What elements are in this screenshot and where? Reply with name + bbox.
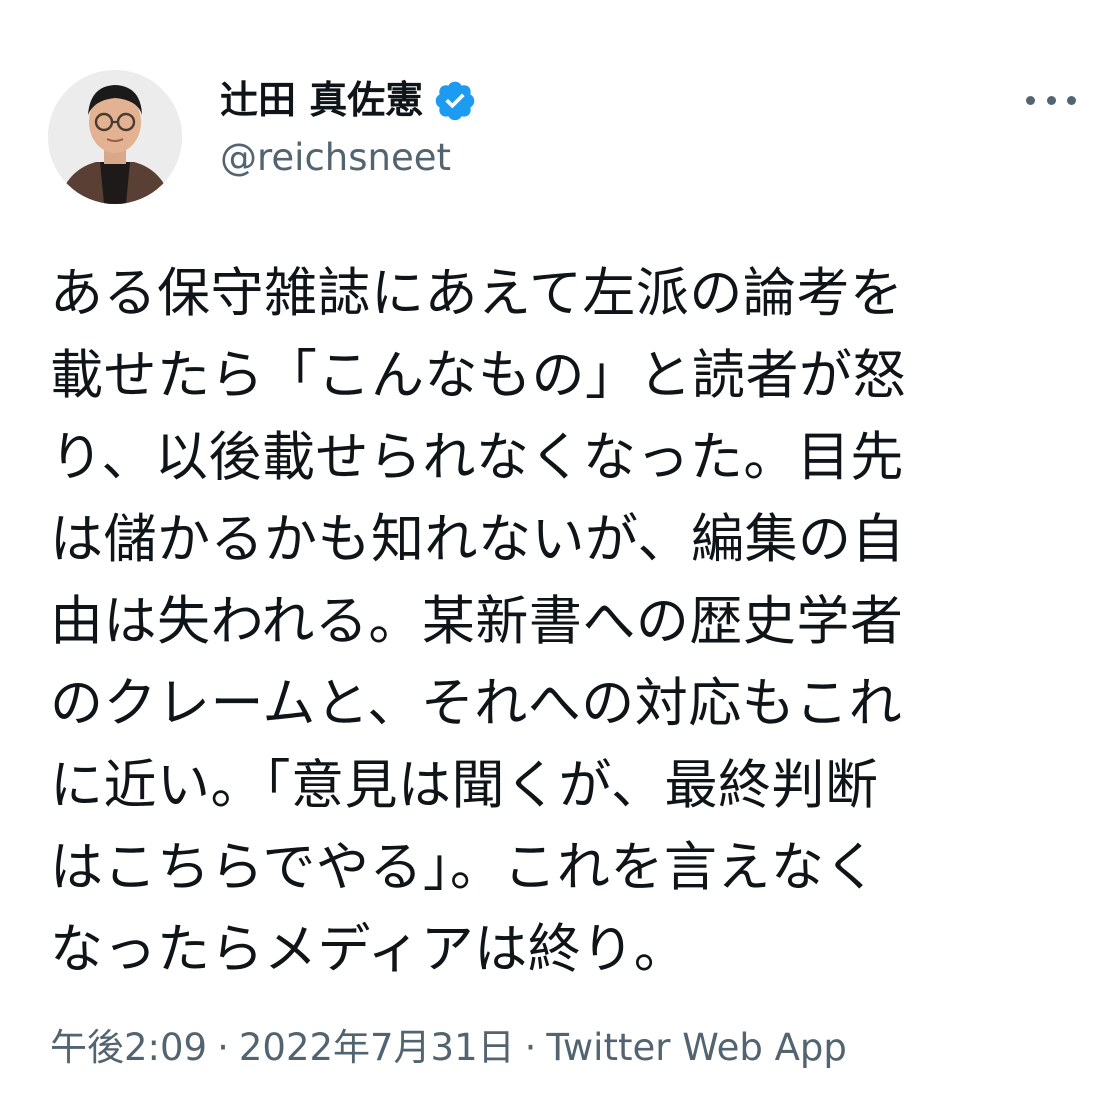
- meta-separator: ·: [524, 1026, 537, 1069]
- dot: [1067, 95, 1076, 105]
- tweet-date[interactable]: 2022年7月31日: [239, 1026, 515, 1069]
- user-handle[interactable]: @reichsneet: [220, 133, 451, 183]
- tweet-text: ある保守雑誌にあえて左派の論考を 載せたら「こんなもの」と読者が怒 り、以後載せ…: [50, 253, 1060, 991]
- tweet-text-line: はこちらでやる」。これを言えなく: [50, 837, 878, 898]
- tweet-text-line: に近い。「意見は聞くが、最終判断: [50, 755, 879, 816]
- tweet-text-line: は儲かるかも知れないが、編集の自: [50, 509, 905, 570]
- display-name[interactable]: 辻田 真佐憲: [220, 74, 423, 126]
- avatar-image: [48, 70, 182, 204]
- tweet-text-line: 載せたら「こんなもの」と読者が怒: [50, 345, 906, 406]
- more-options-icon[interactable]: [1026, 80, 1076, 120]
- tweet-source-link[interactable]: Twitter Web App: [546, 1026, 846, 1069]
- meta-separator: ·: [217, 1026, 229, 1069]
- tweet-meta: 午後2:09 · 2022年7月31日 · Twitter Web App: [50, 1022, 847, 1074]
- author-name-row[interactable]: 辻田 真佐憲: [220, 74, 477, 126]
- tweet-time[interactable]: 午後2:09: [50, 1026, 207, 1069]
- tweet-text-line: のクレームと、それへの対応もこれ: [50, 673, 903, 734]
- verified-badge-icon: [433, 78, 477, 122]
- tweet: 辻田 真佐憲 @reichsneet ある保守雑誌にあえて左派の論考を 載せたら…: [0, 0, 1093, 1111]
- dot: [1026, 95, 1035, 105]
- tweet-text-line: 由は失われる。某新書への歴史学者: [50, 591, 904, 652]
- tweet-text-line: り、以後載せられなくなった。目先: [50, 427, 904, 488]
- tweet-text-line: なったらメディアは終り。: [50, 919, 688, 980]
- dot: [1046, 95, 1056, 105]
- avatar[interactable]: [48, 70, 182, 204]
- tweet-text-line: ある保守雑誌にあえて左派の論考を: [50, 263, 904, 324]
